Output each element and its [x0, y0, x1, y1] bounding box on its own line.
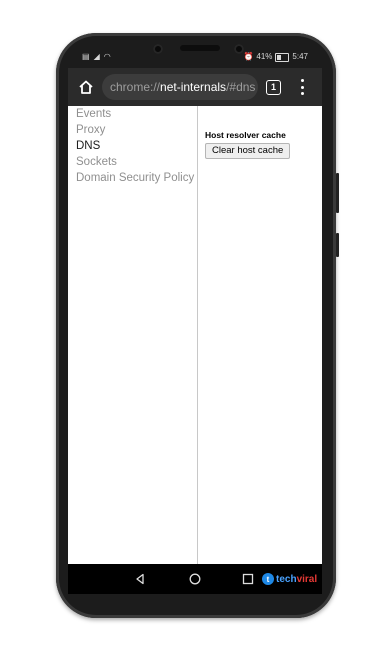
alarm-icon: ⏰	[243, 52, 254, 61]
circle-home-icon	[189, 573, 201, 585]
url-fragment: /#dns	[226, 80, 256, 94]
square-recents-icon	[242, 573, 254, 585]
menu-dot-icon	[300, 92, 304, 95]
menu-dot-icon	[300, 79, 304, 82]
system-nav-bar: t techviral	[68, 564, 322, 594]
menu-button[interactable]	[296, 77, 308, 97]
sidebar-item-dns[interactable]: DNS	[76, 140, 100, 152]
url-bar[interactable]: chrome://net-internals/#dns	[102, 74, 258, 100]
sidebar-item-events[interactable]: Events	[76, 108, 111, 120]
techviral-logo-icon: t	[262, 573, 274, 585]
sidebar-item-sockets[interactable]: Sockets	[76, 156, 117, 168]
menu-dot-icon	[300, 85, 304, 89]
clear-host-cache-button[interactable]: Clear host cache	[205, 143, 291, 159]
url-scheme: chrome://	[110, 80, 161, 94]
section-title: Host resolver cache	[205, 130, 286, 140]
sidebar-item-domain-security-policy[interactable]: Domain Security Policy	[76, 172, 194, 184]
page-content: Events Proxy DNS Sockets Domain Security…	[68, 106, 322, 564]
recents-button[interactable]	[240, 571, 256, 587]
home-icon	[79, 80, 93, 94]
sim-icon: ▤	[82, 52, 90, 61]
power-button	[336, 233, 339, 257]
sidebar-item-proxy[interactable]: Proxy	[76, 124, 105, 136]
wifi-icon: ◠	[103, 52, 111, 61]
sidebar: Events Proxy DNS Sockets Domain Security…	[68, 106, 198, 564]
back-button[interactable]	[132, 571, 148, 587]
browser-toolbar: chrome://net-internals/#dns 1	[68, 68, 322, 106]
status-bar: ▤ ◢ ◠ ⏰ 41% 5:47	[68, 48, 322, 66]
back-icon	[136, 573, 144, 585]
battery-percent: 41%	[256, 52, 273, 61]
volume-button	[336, 173, 339, 213]
watermark-text: techviral	[276, 573, 318, 585]
battery-icon	[275, 52, 290, 62]
clock: 5:47	[292, 52, 308, 61]
home-button[interactable]	[76, 77, 96, 97]
techviral-watermark: t techviral	[262, 572, 317, 586]
signal-icon: ◢	[93, 52, 100, 61]
home-nav-button[interactable]	[187, 571, 203, 587]
tab-switcher-button[interactable]: 1	[266, 80, 281, 95]
dns-panel: Host resolver cache Clear host cache	[205, 130, 291, 159]
url-host: net-internals	[160, 80, 227, 94]
